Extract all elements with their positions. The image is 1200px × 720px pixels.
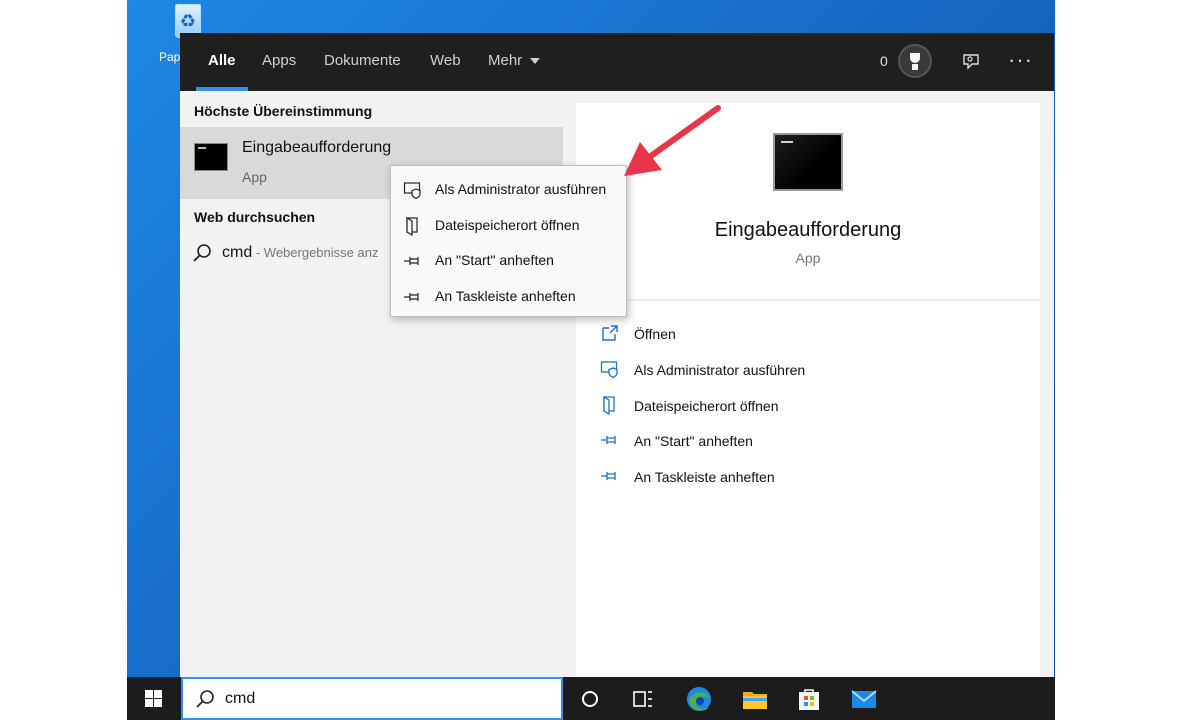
shield-icon <box>600 361 618 379</box>
mail-icon[interactable] <box>848 683 880 715</box>
tab-mehr[interactable]: Mehr <box>488 33 541 91</box>
best-match-name: Eingabeaufforderung <box>242 139 392 156</box>
best-match-type: App <box>242 169 267 185</box>
edge-icon[interactable] <box>683 683 715 715</box>
recycle-bin-label: Pap <box>159 50 181 64</box>
search-topbar: Alle Apps Dokumente Web Mehr 0 ··· <box>180 33 1054 91</box>
best-match-heading: Höchste Übereinstimmung <box>194 103 373 119</box>
annotation-arrow <box>624 105 721 176</box>
action-open[interactable]: Öffnen <box>600 321 676 347</box>
feedback-icon[interactable] <box>961 52 981 72</box>
taskbar-search-box[interactable] <box>181 677 563 720</box>
pin-icon <box>404 257 419 265</box>
tab-dokumente[interactable]: Dokumente <box>324 33 401 91</box>
search-icon <box>193 244 211 262</box>
cortana-icon[interactable] <box>574 683 606 715</box>
menu-item-label: Als Administrator ausführen <box>435 181 607 197</box>
action-pin-taskbar[interactable]: An Taskleiste anheften <box>600 464 775 490</box>
more-icon[interactable]: ··· <box>1008 47 1033 73</box>
file-explorer-icon[interactable] <box>739 683 771 715</box>
divider <box>576 299 1040 301</box>
windows-logo-icon[interactable] <box>127 677 180 720</box>
action-pin-start[interactable]: An "Start" anheften <box>600 428 753 454</box>
folder-icon <box>603 395 615 415</box>
detail-app-type: App <box>795 250 821 266</box>
action-open-location[interactable]: Dateispeicherort öffnen <box>600 393 779 419</box>
menu-item-pin-taskbar[interactable]: An Taskleiste anheften <box>391 279 626 313</box>
chevron-down-icon <box>530 58 541 65</box>
web-search-heading: Web durchsuchen <box>194 209 316 225</box>
tab-alle[interactable]: Alle <box>196 33 247 91</box>
tab-mehr-label: Mehr <box>488 52 523 69</box>
shield-icon <box>403 182 421 200</box>
action-label: Als Administrator ausführen <box>634 362 806 378</box>
taskbar <box>127 677 1055 720</box>
menu-item-open-location[interactable]: Dateispeicherort öffnen <box>391 208 626 242</box>
folder-icon <box>406 216 418 236</box>
search-icon <box>196 690 214 708</box>
action-run-as-admin[interactable]: Als Administrator ausführen <box>600 357 805 383</box>
pin-icon <box>404 293 419 301</box>
action-label: An Taskleiste anheften <box>634 469 775 485</box>
search-input[interactable] <box>225 687 545 711</box>
pin-icon <box>601 436 616 444</box>
task-view-icon[interactable] <box>627 683 659 715</box>
detail-app-name: Eingabeaufforderung <box>714 219 902 241</box>
points-count: 0 <box>880 53 888 69</box>
pin-icon <box>601 472 616 480</box>
menu-item-run-as-admin[interactable]: Als Administrator ausführen <box>391 172 626 206</box>
tab-web[interactable]: Web <box>430 33 461 91</box>
command-prompt-icon <box>194 143 228 171</box>
action-label: An "Start" anheften <box>634 433 753 449</box>
menu-item-pin-start[interactable]: An "Start" anheften <box>391 243 626 277</box>
web-search-result[interactable]: cmd - Webergebnisse anz <box>192 243 378 267</box>
tab-apps[interactable]: Apps <box>262 33 296 91</box>
web-hint: - Webergebnisse anz <box>252 245 379 261</box>
trophy-icon[interactable] <box>898 44 932 78</box>
open-icon <box>602 325 618 341</box>
web-query: cmd <box>222 244 253 262</box>
store-icon[interactable] <box>793 683 825 715</box>
command-prompt-icon <box>773 133 843 191</box>
action-label: Dateispeicherort öffnen <box>634 398 779 414</box>
context-menu: Als Administrator ausführen Dateispeiche… <box>390 165 627 317</box>
